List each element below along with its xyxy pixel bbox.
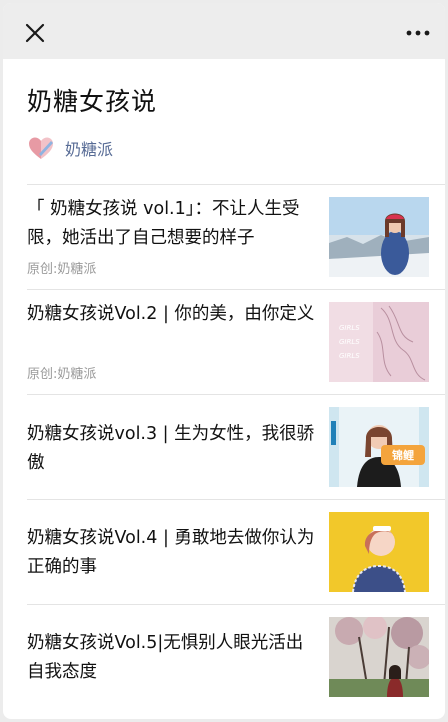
article-thumbnail	[329, 512, 429, 592]
account-link[interactable]: 奶糖派	[27, 134, 113, 162]
article-title: 「 奶糖女孩说 vol.1」：不让人生受限，她活出了自己想要的样子	[27, 199, 300, 248]
thumb-word: GIRLS	[339, 338, 360, 346]
article-title: 奶糖女孩说Vol.4 | 勇敢地去做你认为正确的事	[27, 528, 315, 577]
heart-logo-icon	[29, 137, 53, 159]
thumb-word: GIRLS	[339, 324, 360, 332]
article-thumbnail	[329, 617, 429, 697]
close-button[interactable]	[21, 19, 49, 47]
article-title: 奶糖女孩说Vol.2 | 你的美，由你定义	[27, 304, 315, 324]
article-item-1[interactable]: 「 奶糖女孩说 vol.1」：不让人生受限，她活出了自己想要的样子 原创:奶糖派	[3, 185, 445, 289]
more-options-button[interactable]	[403, 21, 433, 45]
article-list-page: 奶糖女孩说 奶糖派 「 奶糖女孩说 vol.1」：不让人生受限，她活出了自己想要…	[3, 3, 445, 719]
article-title: 奶糖女孩说Vol.5|无惧别人眼光活出自我态度	[27, 633, 304, 682]
page-title: 奶糖女孩说	[27, 87, 158, 116]
article-thumbnail	[329, 197, 429, 277]
article-item-2[interactable]: 奶糖女孩说Vol.2 | 你的美，由你定义 原创:奶糖派 GIRLS GIRLS…	[3, 290, 445, 394]
thumb-badge: 锦鲤	[392, 448, 414, 462]
article-item-3[interactable]: 奶糖女孩说vol.3 | 生为女性，我很骄傲 锦鲤	[3, 395, 445, 499]
article-item-4[interactable]: 奶糖女孩说Vol.4 | 勇敢地去做你认为正确的事	[3, 500, 445, 604]
article-thumbnail: 锦鲤	[329, 407, 429, 487]
article-source: 原创:奶糖派	[27, 367, 97, 382]
close-icon	[25, 23, 45, 43]
article-item-5[interactable]: 奶糖女孩说Vol.5|无惧别人眼光活出自我态度	[3, 605, 445, 709]
thumb-word: GIRLS	[339, 352, 360, 360]
top-navigation-bar	[3, 3, 445, 59]
article-title: 奶糖女孩说vol.3 | 生为女性，我很骄傲	[27, 424, 315, 473]
article-source: 原创:奶糖派	[27, 262, 97, 277]
account-name: 奶糖派	[65, 140, 114, 159]
more-icon	[406, 30, 430, 36]
article-thumbnail: GIRLS GIRLS GIRLS	[329, 302, 429, 382]
